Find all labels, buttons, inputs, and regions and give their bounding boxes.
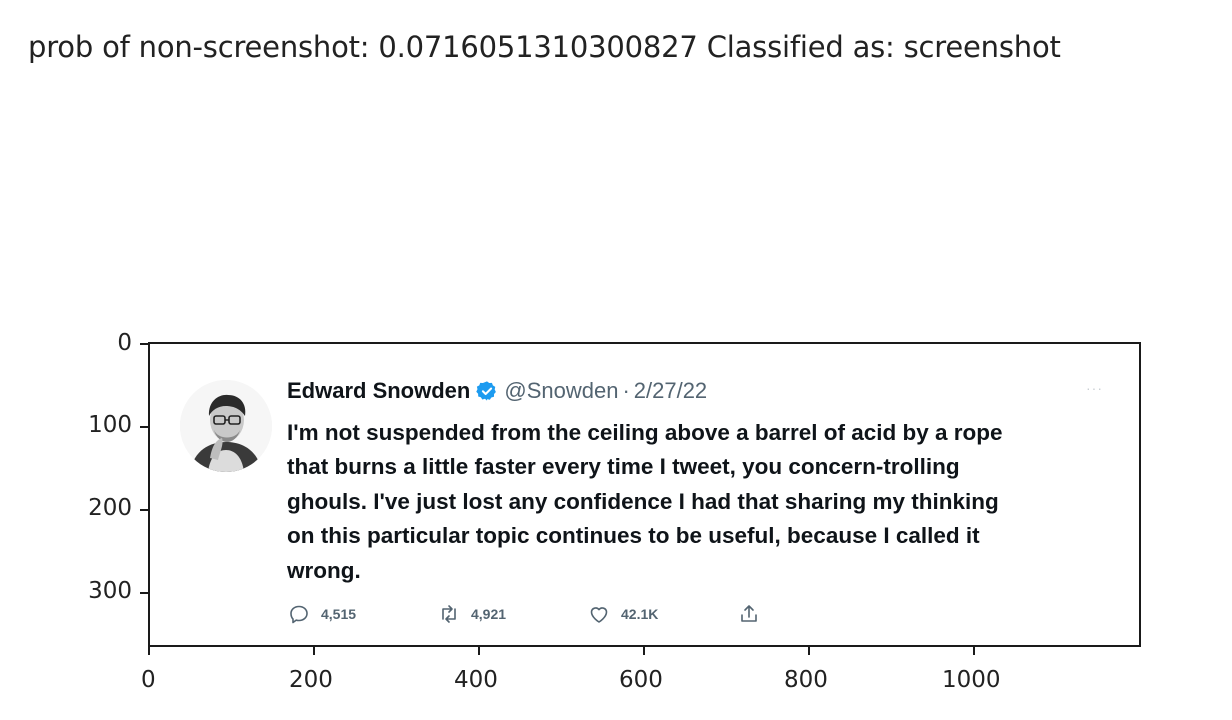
share-icon — [741, 605, 757, 622]
x-tick-label-400: 400 — [454, 667, 498, 693]
reply-button[interactable]: 4,515 — [287, 602, 356, 626]
y-tick-label-100: 100 — [88, 412, 132, 438]
x-tick-label-800: 800 — [784, 667, 828, 693]
x-tick-0 — [148, 647, 150, 655]
tweet-text-line: wrong. — [287, 557, 361, 583]
avatar-portrait-icon — [180, 380, 272, 472]
y-tick-label-300: 300 — [88, 578, 132, 604]
share-button[interactable] — [737, 602, 771, 626]
like-icon — [590, 607, 608, 623]
header-separator: · — [622, 378, 630, 403]
y-tick-label-0: 0 — [117, 330, 132, 356]
image-plot-frame: Edward Snowden @Snowden · 2/27/22 ··· I'… — [148, 342, 1141, 647]
verified-badge-icon — [476, 380, 498, 402]
more-icon[interactable]: ··· — [1086, 380, 1103, 396]
x-tick-label-1000: 1000 — [942, 667, 1001, 693]
tweet-text-line: I'm not suspended from the ceiling above… — [287, 420, 1003, 445]
y-tick-300 — [140, 592, 148, 594]
x-tick-1000 — [973, 647, 975, 655]
y-tick-200 — [140, 509, 148, 511]
tweet-date[interactable]: 2/27/22 — [634, 378, 707, 404]
x-tick-200 — [313, 647, 315, 655]
author-name[interactable]: Edward Snowden — [287, 378, 470, 404]
x-tick-400 — [478, 647, 480, 655]
tweet-text-line: on this particular topic continues to be… — [287, 523, 980, 549]
x-tick-600 — [643, 647, 645, 655]
tweet-header: Edward Snowden @Snowden · 2/27/22 — [287, 378, 707, 404]
y-tick-0 — [140, 343, 148, 345]
y-tick-100 — [140, 426, 148, 428]
tweet-text-line: that burns a little faster every time I … — [287, 454, 960, 480]
like-count: 42.1K — [621, 606, 659, 622]
retweet-icon — [442, 605, 456, 623]
tweet-text: I'm not suspended from the ceiling above… — [287, 416, 1107, 588]
x-tick-label-0: 0 — [141, 667, 156, 693]
reply-count: 4,515 — [321, 606, 357, 622]
y-tick-label-200: 200 — [88, 495, 132, 521]
author-handle[interactable]: @Snowden — [504, 378, 618, 404]
figure-page: prob of non-screenshot: 0.07160513103008… — [0, 0, 1232, 720]
x-tick-label-200: 200 — [289, 667, 333, 693]
tweet-card[interactable]: Edward Snowden @Snowden · 2/27/22 ··· I'… — [150, 344, 1139, 645]
classification-title: prob of non-screenshot: 0.07160513103008… — [28, 30, 1061, 64]
avatar[interactable] — [180, 380, 272, 472]
x-tick-label-600: 600 — [619, 667, 663, 693]
reply-icon — [290, 605, 308, 624]
x-tick-800 — [808, 647, 810, 655]
tweet-actions: 4,515 4,921 42.1K — [287, 602, 787, 628]
tweet-text-line: ghouls. I've just lost any confidence I … — [287, 488, 999, 514]
like-button[interactable]: 42.1K — [587, 602, 658, 626]
retweet-button[interactable]: 4,921 — [437, 602, 506, 626]
retweet-count: 4,921 — [471, 606, 507, 622]
